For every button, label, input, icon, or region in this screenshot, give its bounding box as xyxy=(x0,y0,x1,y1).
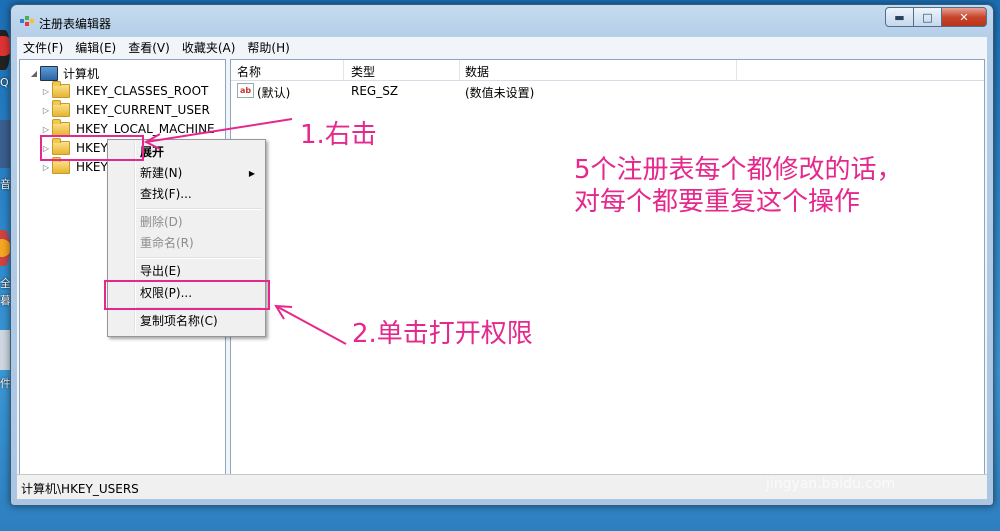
menu-item-delete: 删除(D) xyxy=(140,215,183,229)
column-divider[interactable] xyxy=(736,60,737,80)
menu-item-export[interactable]: 导出(E) xyxy=(140,261,181,281)
submenu-arrow-icon: ▶ xyxy=(248,169,255,178)
list-item[interactable]: ab (默认) REG_SZ (数值未设置) xyxy=(231,82,984,100)
regedit-app-icon xyxy=(20,16,34,26)
value-data: (数值未设置) xyxy=(465,86,535,100)
tree-item-label: HKEY_LOCAL_MACHINE xyxy=(76,122,215,136)
expand-icon[interactable]: ▷ xyxy=(40,87,52,96)
window-controls: ▬ □ ✕ xyxy=(885,7,987,27)
folder-icon xyxy=(52,100,70,117)
menu-view[interactable]: 查看(V) xyxy=(122,39,176,56)
title-bar[interactable]: 注册表编辑器 ▬ □ ✕ xyxy=(11,5,993,35)
folder-icon xyxy=(52,81,70,98)
menu-item-rename: 重命名(R) xyxy=(140,236,194,250)
desktop-icon-security[interactable] xyxy=(0,230,10,266)
menu-separator xyxy=(136,208,262,210)
menu-item-find[interactable]: 查找(F)... xyxy=(140,184,192,204)
column-type[interactable]: 类型 xyxy=(351,63,375,80)
folder-icon xyxy=(52,157,70,174)
column-divider[interactable] xyxy=(343,60,344,80)
expand-icon[interactable]: ▷ xyxy=(40,163,52,172)
maximize-button[interactable]: □ xyxy=(913,7,942,27)
expand-icon[interactable]: ▷ xyxy=(40,125,52,134)
baidu-watermark: Baidu经验 jingyan.baidu.com xyxy=(760,420,980,510)
menu-favorites[interactable]: 收藏夹(A) xyxy=(176,39,242,56)
menu-edit[interactable]: 编辑(E) xyxy=(69,39,122,56)
collapse-icon[interactable]: ◢ xyxy=(28,69,40,78)
highlight-right-click-target xyxy=(40,135,144,161)
highlight-permissions-item xyxy=(104,280,270,310)
desktop-icon-app[interactable] xyxy=(0,120,10,168)
tree-item-label: HKEY xyxy=(76,160,108,174)
desktop-icon-qq[interactable] xyxy=(0,30,10,70)
minimize-button[interactable]: ▬ xyxy=(885,7,914,27)
column-name[interactable]: 名称 xyxy=(237,63,261,80)
tree-item-hkcr[interactable]: ▷ HKEY_CLASSES_ROOT xyxy=(40,81,209,100)
annotation-step-1: 1.右击 xyxy=(300,120,377,150)
menu-bar: 文件(F) 编辑(E) 查看(V) 收藏夹(A) 帮助(H) xyxy=(17,37,987,57)
column-divider[interactable] xyxy=(459,60,460,80)
tree-root[interactable]: ◢ 计算机 xyxy=(28,64,99,82)
window-title: 注册表编辑器 xyxy=(39,17,112,31)
desktop-label: Q xyxy=(0,76,9,89)
value-name: (默认) xyxy=(257,86,291,100)
column-data[interactable]: 数据 xyxy=(465,63,489,80)
menu-separator xyxy=(136,257,262,259)
menu-file[interactable]: 文件(F) xyxy=(17,39,69,56)
computer-icon xyxy=(40,65,58,81)
string-value-icon: ab xyxy=(237,83,254,98)
tree-root-label: 计算机 xyxy=(63,66,100,81)
tree-item-label: HKEY_CLASSES_ROOT xyxy=(76,84,209,98)
watermark-logo: Baidu经验 xyxy=(770,436,955,476)
menu-item-new[interactable]: 新建(N) xyxy=(140,163,182,183)
tree-item-label: HKEY_CURRENT_USER xyxy=(76,103,210,117)
annotation-step-2: 2.单击打开权限 xyxy=(352,319,533,349)
tree-item-hkcu[interactable]: ▷ HKEY_CURRENT_USER xyxy=(40,100,210,119)
close-button[interactable]: ✕ xyxy=(941,7,987,27)
folder-icon xyxy=(52,119,70,136)
menu-item-copy-key-name[interactable]: 复制项名称(C) xyxy=(140,311,218,331)
watermark-url: jingyan.baidu.com xyxy=(766,476,896,492)
value-type: REG_SZ xyxy=(351,84,399,98)
expand-icon[interactable]: ▷ xyxy=(40,106,52,115)
menu-help[interactable]: 帮助(H) xyxy=(241,39,295,56)
status-path: 计算机\HKEY_USERS xyxy=(21,482,139,496)
list-header: 名称 类型 数据 xyxy=(231,60,984,81)
desktop-icon-file[interactable] xyxy=(0,330,10,370)
annotation-note: 5个注册表每个都修改的话，对每个都要重复这个操作 xyxy=(574,155,903,217)
